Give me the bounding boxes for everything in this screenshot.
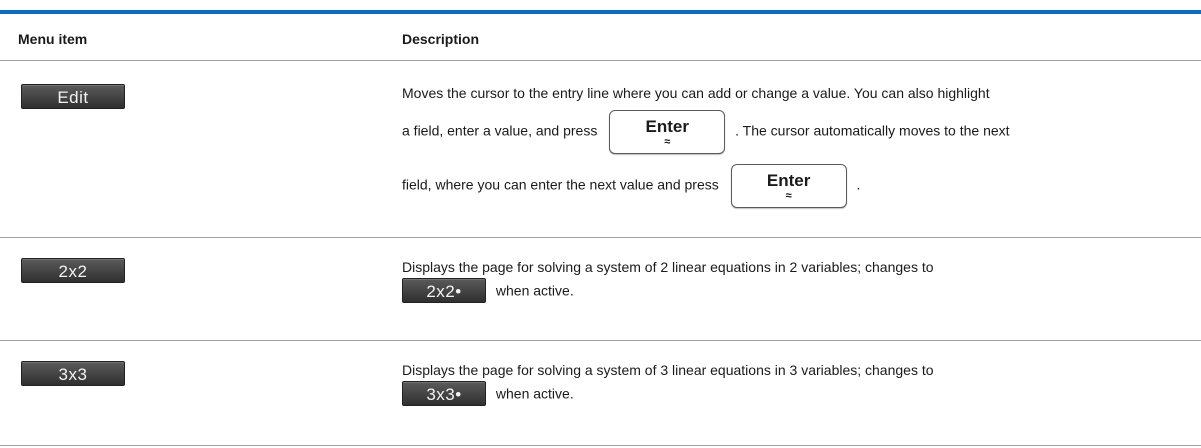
desc-line: field, where you can enter the next valu… (402, 164, 860, 208)
menu-items-table: Menu item Description Edit Moves the cur… (0, 0, 1201, 448)
desc-text: when active. (495, 282, 574, 299)
desc-text: . The cursor automatically moves to the … (735, 122, 1010, 139)
desc-text: when active. (495, 385, 574, 402)
desc-text: . (856, 176, 861, 193)
header-divider (0, 60, 1201, 61)
menu-item-cell: 2x2 (21, 258, 125, 283)
edit-softkey-button[interactable]: Edit (21, 84, 125, 109)
3x3-active-softkey-icon: 3x3• (402, 381, 486, 406)
menu-item-cell: Edit (21, 84, 125, 109)
row-divider (0, 237, 1201, 238)
row-divider (0, 340, 1201, 341)
desc-line: Displays the page for solving a system o… (402, 259, 934, 275)
enter-key-icon: Enter ≈ (730, 164, 847, 208)
enter-key-label: Enter (766, 171, 811, 190)
desc-text: field, where you can enter the next valu… (402, 176, 719, 193)
header-description: Description (402, 31, 480, 47)
menu-item-cell: 3x3 (21, 361, 125, 386)
3x3-softkey-button[interactable]: 3x3 (21, 361, 125, 386)
desc-line: Displays the page for solving a system o… (402, 362, 934, 378)
table-bottom-rule (0, 445, 1201, 446)
header-menu-item: Menu item (18, 31, 88, 47)
table-header: Menu item Description (0, 14, 1201, 60)
2x2-softkey-button[interactable]: 2x2 (21, 258, 125, 283)
desc-text: a field, enter a value, and press (402, 122, 598, 139)
desc-line: a field, enter a value, and press Enter … (402, 110, 1010, 154)
desc-line: 3x3• when active. (402, 381, 574, 406)
enter-key-icon: Enter ≈ (609, 110, 726, 154)
desc-line: Moves the cursor to the entry line where… (402, 85, 990, 101)
enter-key-label: Enter (645, 117, 689, 136)
desc-line: 2x2• when active. (402, 278, 574, 303)
approx-symbol: ≈ (664, 136, 671, 148)
2x2-active-softkey-icon: 2x2• (402, 278, 486, 303)
approx-symbol: ≈ (785, 190, 792, 202)
